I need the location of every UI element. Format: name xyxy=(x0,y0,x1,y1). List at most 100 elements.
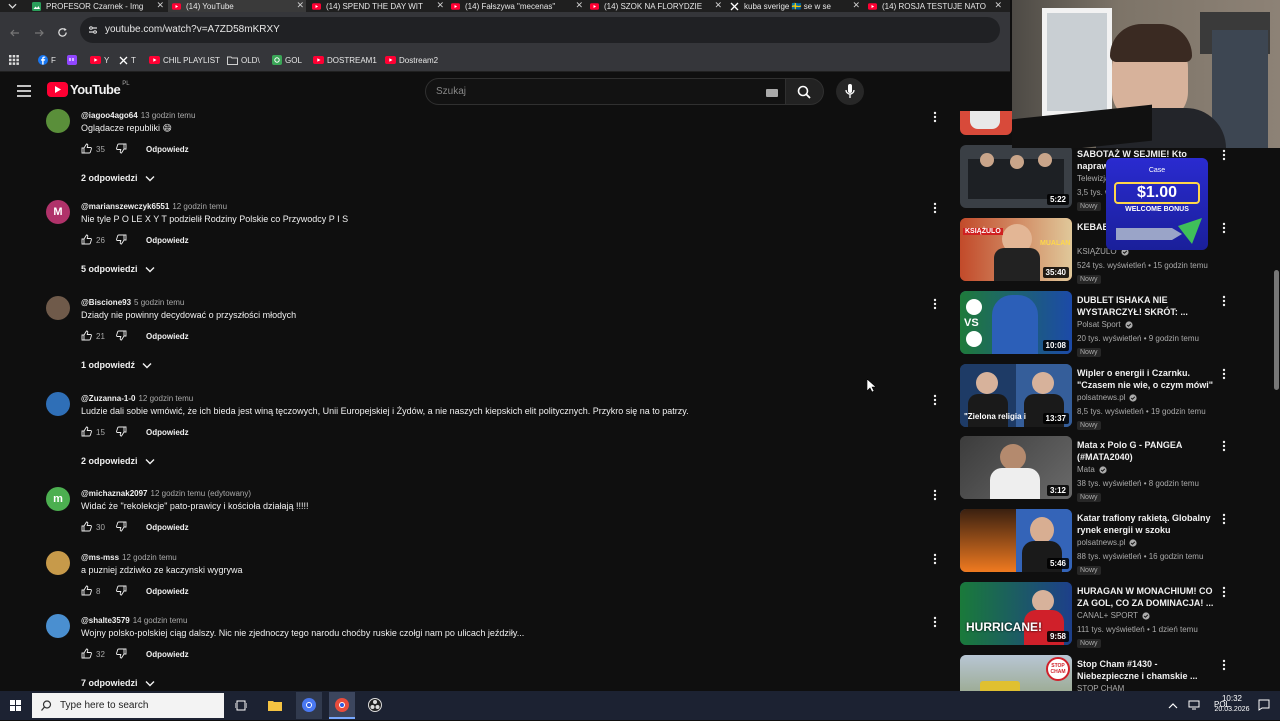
clock-date[interactable]: 20.03.2026 xyxy=(1203,706,1261,713)
network-icon[interactable] xyxy=(1188,700,1200,710)
video-thumbnail[interactable]: "Zielona religia i 13:37 xyxy=(960,364,1072,427)
browser-tab[interactable]: kuba sverige 🇸🇪 se w se ✕ xyxy=(726,0,862,12)
previous-video-thumbnail-fragment[interactable] xyxy=(960,111,1012,135)
view-replies-button[interactable]: 7 odpowiedzi xyxy=(81,678,155,688)
related-video-card[interactable]: HURRICANE! 9:58 HURAGAN W MONACHIUM! CO ZA… xyxy=(960,582,1260,648)
search-button[interactable] xyxy=(786,78,824,105)
view-replies-button[interactable]: 2 odpowiedzi xyxy=(81,173,155,183)
clock-time[interactable]: 10:32 xyxy=(1208,694,1256,703)
reply-button[interactable]: Odpowiedz xyxy=(146,587,189,596)
bookmark-item[interactable]: Dostream2 xyxy=(385,52,438,68)
video-channel[interactable]: Polsat Sport xyxy=(1077,320,1133,329)
video-title[interactable]: Wipler o energii i Czarnku. "Czasem nie … xyxy=(1077,367,1217,391)
comment-menu-icon[interactable] xyxy=(932,553,938,565)
view-replies-button[interactable]: 1 odpowiedź xyxy=(81,360,152,370)
reply-button[interactable]: Odpowiedz xyxy=(146,523,189,532)
comment-handle[interactable]: @Zuzanna-1-0 xyxy=(81,394,135,403)
comment-handle[interactable]: @marianszewczyk6551 xyxy=(81,202,169,211)
bookmark-item[interactable] xyxy=(67,52,80,68)
comment-handle[interactable]: @michaznak2097 xyxy=(81,489,148,498)
dislike-icon[interactable] xyxy=(116,330,127,341)
forward-icon[interactable] xyxy=(34,28,44,38)
browser-tab[interactable]: (14) Fałszywa "mecenas" ✕ xyxy=(447,0,585,12)
comment-menu-icon[interactable] xyxy=(932,202,938,214)
search-input[interactable]: Szukaj xyxy=(425,78,786,105)
dislike-icon[interactable] xyxy=(116,143,127,154)
case-ad-overlay[interactable]: Case $1.00 WELCOME BONUS xyxy=(1106,158,1208,250)
tab-close-icon[interactable]: ✕ xyxy=(714,0,722,11)
avatar[interactable] xyxy=(46,296,70,320)
comment-timestamp[interactable]: 12 godzin temu (edytowany) xyxy=(151,489,252,498)
video-channel[interactable]: polsatnews.pl xyxy=(1077,538,1138,547)
address-bar[interactable]: youtube.com/watch?v=A7ZD58mKRXY xyxy=(80,17,1000,43)
video-thumbnail[interactable]: 3:12 xyxy=(960,436,1072,499)
notifications-icon[interactable] xyxy=(1258,699,1270,711)
video-menu-icon[interactable] xyxy=(1221,513,1227,525)
comment-timestamp[interactable]: 12 godzin temu xyxy=(122,553,177,562)
avatar[interactable] xyxy=(46,392,70,416)
video-title[interactable]: Stop Cham #1430 - Niebezpieczne i chamsk… xyxy=(1077,658,1217,682)
dislike-icon[interactable] xyxy=(116,521,127,532)
page-scrollbar-thumb[interactable] xyxy=(1274,270,1279,390)
like-icon[interactable] xyxy=(81,330,92,341)
avatar[interactable]: m xyxy=(46,487,70,511)
task-view-icon[interactable] xyxy=(235,700,247,711)
related-video-card[interactable]: 3:12 Mata x Polo G - PANGEA (#MATA2040) Ma… xyxy=(960,436,1260,502)
video-title[interactable]: Mata x Polo G - PANGEA (#MATA2040) xyxy=(1077,439,1217,463)
avatar[interactable] xyxy=(46,109,70,133)
related-video-card[interactable]: 5:46 Katar trafiony rakietą. Globalny ryn… xyxy=(960,509,1260,575)
reload-icon[interactable] xyxy=(57,27,68,38)
video-menu-icon[interactable] xyxy=(1221,295,1227,307)
bookmark-item[interactable]: CHIL PLAYLIST xyxy=(149,52,220,68)
tab-close-icon[interactable]: ✕ xyxy=(852,0,860,11)
browser-tab[interactable]: (14) SPEND THE DAY WIT ✕ xyxy=(308,0,446,12)
like-icon[interactable] xyxy=(81,234,92,245)
video-menu-icon[interactable] xyxy=(1221,368,1227,380)
comment-timestamp[interactable]: 5 godzin temu xyxy=(134,298,184,307)
system-tray-chevron-icon[interactable] xyxy=(1168,702,1178,709)
menu-icon[interactable] xyxy=(17,85,31,97)
reply-button[interactable]: Odpowiedz xyxy=(146,145,189,154)
like-icon[interactable] xyxy=(81,426,92,437)
voice-search-button[interactable] xyxy=(836,78,864,105)
browser-tab[interactable]: PROFESOR Czarnek - Img ✕ xyxy=(28,0,166,12)
dislike-icon[interactable] xyxy=(116,648,127,659)
bookmark-item[interactable]: GOL xyxy=(272,52,302,68)
browser-tab[interactable]: (14) YouTube ✕ xyxy=(168,0,306,12)
bookmark-item[interactable]: OLD\ xyxy=(227,52,260,68)
back-icon[interactable] xyxy=(10,28,20,38)
taskbar-app-chrome-2[interactable] xyxy=(329,692,355,719)
dislike-icon[interactable] xyxy=(116,585,127,596)
tab-close-icon[interactable]: ✕ xyxy=(156,0,164,11)
bookmark-item[interactable]: DOSTREAM1 xyxy=(313,52,377,68)
comment-handle[interactable]: @shalte3579 xyxy=(81,616,130,625)
like-icon[interactable] xyxy=(81,521,92,532)
taskbar-app-obs[interactable] xyxy=(362,692,388,719)
video-thumbnail[interactable]: KSIĄŻULO MUALAN 35:40 xyxy=(960,218,1072,281)
video-menu-icon[interactable] xyxy=(1221,586,1227,598)
video-title[interactable]: Katar trafiony rakietą. Globalny rynek e… xyxy=(1077,512,1217,536)
like-icon[interactable] xyxy=(81,585,92,596)
dislike-icon[interactable] xyxy=(116,426,127,437)
video-menu-icon[interactable] xyxy=(1221,440,1227,452)
apps-grid-icon[interactable] xyxy=(9,55,19,65)
browser-tab[interactable]: (14) SZOK NA FLORYDZIE ✕ xyxy=(586,0,724,12)
like-icon[interactable] xyxy=(81,648,92,659)
video-channel[interactable]: Mata xyxy=(1077,465,1107,474)
related-video-card[interactable]: "Zielona religia i 13:37 Wipler o energii … xyxy=(960,364,1260,430)
comment-handle[interactable]: @iagoo4ago64 xyxy=(81,111,138,120)
comment-timestamp[interactable]: 12 godzin temu xyxy=(172,202,227,211)
taskbar-search-input[interactable]: Type here to search xyxy=(32,693,224,718)
bookmark-item[interactable]: T xyxy=(119,52,136,68)
reply-button[interactable]: Odpowiedz xyxy=(146,428,189,437)
keyboard-icon[interactable] xyxy=(766,89,778,97)
comment-handle[interactable]: @ms-mss xyxy=(81,553,119,562)
comment-timestamp[interactable]: 13 godzin temu xyxy=(141,111,196,120)
comment-menu-icon[interactable] xyxy=(932,111,938,123)
browser-tab[interactable]: (14) ROSJA TESTUJE NATO ✕ xyxy=(864,0,1004,12)
like-icon[interactable] xyxy=(81,143,92,154)
tab-close-icon[interactable]: ✕ xyxy=(575,0,583,11)
tab-close-icon[interactable]: ✕ xyxy=(436,0,444,11)
comment-menu-icon[interactable] xyxy=(932,489,938,501)
bookmark-item[interactable]: F xyxy=(38,52,56,68)
